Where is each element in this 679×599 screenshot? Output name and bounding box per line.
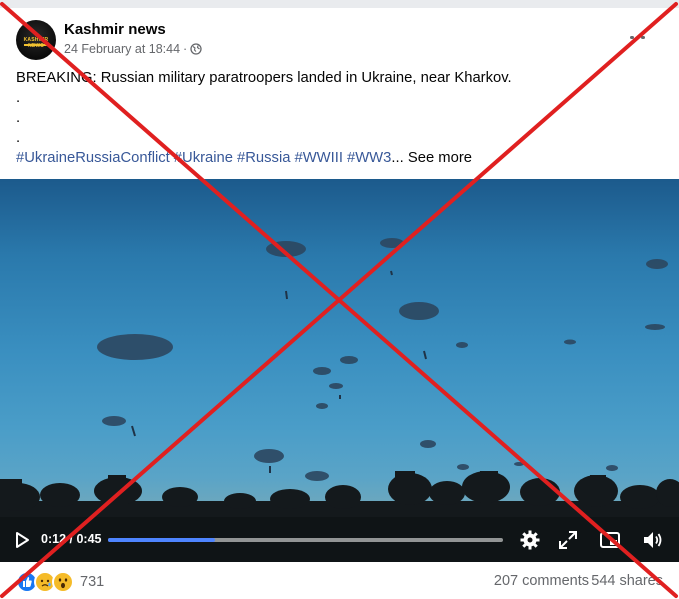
post-body: BREAKING: Russian military paratroopers …: [16, 68, 656, 168]
post-engagement: 731 207 comments 544 shares: [16, 570, 663, 594]
settings-icon[interactable]: [519, 529, 541, 551]
reaction-count: 731: [80, 574, 105, 590]
page-name[interactable]: Kashmir news: [64, 21, 166, 38]
hashtag-link[interactable]: #UkraineRussiaConflict: [16, 150, 170, 166]
ellipsis: ...: [391, 150, 404, 166]
post-meta: 24 February at 18:44 ·: [64, 42, 202, 56]
post-text-dot: .: [16, 130, 21, 146]
video-controls: 0:12 / 0:45: [0, 521, 679, 561]
volume-icon[interactable]: [641, 529, 663, 551]
post-text-dot: .: [16, 110, 21, 126]
hashtag-line: #UkraineRussiaConflict #Ukraine #Russia #WW…: [16, 148, 656, 168]
comments-count[interactable]: 207 comments: [494, 573, 589, 589]
facebook-post: KASHMIR NEWS Kashmir news 24 February at…: [0, 0, 679, 599]
post-header: KASHMIR NEWS Kashmir news 24 February at…: [16, 20, 656, 60]
hashtag-link[interactable]: #Russia: [237, 150, 290, 166]
see-more-link[interactable]: See more: [408, 150, 472, 166]
hashtag-link[interactable]: #Ukraine: [174, 150, 233, 166]
more-options-icon[interactable]: [630, 26, 654, 42]
video-time: 0:12 / 0:45: [41, 532, 102, 546]
parachute: [97, 334, 173, 360]
time-separator: /: [69, 532, 73, 546]
avatar[interactable]: KASHMIR NEWS: [16, 20, 56, 60]
reaction-summary[interactable]: 731: [16, 571, 104, 593]
video-player[interactable]: [0, 179, 679, 562]
feed-background: [0, 0, 679, 8]
meta-separator: ·: [183, 42, 188, 56]
progress-fill: [108, 538, 215, 542]
hashtag-link[interactable]: #WWIII: [294, 150, 343, 166]
shares-count[interactable]: 544 shares: [591, 573, 663, 589]
duration: 0:45: [76, 532, 102, 546]
current-time: 0:12: [41, 532, 67, 546]
globe-icon: [190, 43, 202, 55]
avatar-logo-text: KASHMIR NEWS: [23, 37, 49, 49]
progress-bar[interactable]: [108, 538, 503, 542]
post-text-dot: .: [16, 90, 21, 106]
video-frame: [0, 238, 679, 562]
post-text-main: BREAKING: Russian military paratroopers …: [16, 70, 512, 86]
post-timestamp[interactable]: 24 February at 18:44: [64, 42, 180, 56]
hashtag-link[interactable]: #WW3: [347, 150, 391, 166]
avatar-logo-bar: [24, 44, 48, 46]
fullscreen-icon[interactable]: [557, 529, 579, 551]
picture-in-picture-icon[interactable]: [599, 529, 621, 551]
wow-icon: [52, 571, 74, 593]
play-icon[interactable]: [12, 530, 32, 550]
